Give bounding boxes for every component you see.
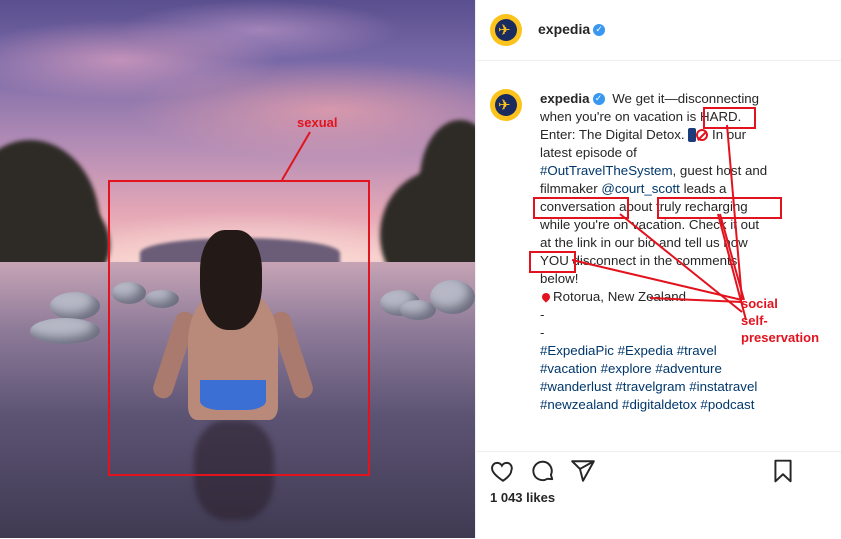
header-username[interactable]: expedia ✓ xyxy=(538,21,606,37)
share-icon[interactable] xyxy=(570,458,596,484)
expedia-logo[interactable] xyxy=(490,14,522,46)
location-pin-icon xyxy=(540,291,552,303)
annotation-label-social: social xyxy=(741,296,778,311)
annotation-box-you xyxy=(529,251,576,273)
hashtag-line[interactable]: #wanderlust #travelgram #instatravel xyxy=(540,379,757,394)
mention-link[interactable]: @court_scott xyxy=(601,181,680,196)
rock xyxy=(30,318,100,344)
annotation-box-truly-recharging xyxy=(657,197,782,219)
hashtag-link[interactable]: #OutTravelTheSystem xyxy=(540,163,673,178)
post-actions: 1 043 likes xyxy=(476,451,841,539)
verified-icon: ✓ xyxy=(593,24,606,37)
annotation-label-preservation: preservation xyxy=(741,330,820,345)
rock xyxy=(50,292,100,320)
hashtag-line[interactable]: #newzealand #digitaldetox #podcast xyxy=(540,397,754,412)
annotation-box-hard xyxy=(703,107,756,129)
caption-text: expedia ✓ We get it—disconnecting when yo… xyxy=(540,91,768,412)
phone-emoji xyxy=(688,128,697,143)
comment-icon[interactable] xyxy=(530,458,556,484)
no-entry-emoji xyxy=(696,129,709,142)
caption-username[interactable]: expedia ✓ xyxy=(540,91,605,106)
annotation-box-conversation xyxy=(533,197,629,219)
rock xyxy=(430,280,475,314)
bookmark-icon[interactable] xyxy=(770,458,796,484)
annotation-label-self: self- xyxy=(741,313,768,328)
like-count[interactable]: 1 043 likes xyxy=(490,490,555,505)
heart-icon[interactable] xyxy=(490,458,516,484)
hashtag-line[interactable]: #ExpediaPic #Expedia #travel xyxy=(540,343,717,358)
expedia-logo[interactable] xyxy=(490,89,522,121)
verified-icon: ✓ xyxy=(592,93,605,106)
post-header: expedia✓ xyxy=(476,0,841,61)
hashtag-line[interactable]: #vacation #explore #adventure xyxy=(540,361,722,376)
photo-annotation-box xyxy=(108,180,370,476)
photo-annotation-label: sexual xyxy=(297,115,338,130)
